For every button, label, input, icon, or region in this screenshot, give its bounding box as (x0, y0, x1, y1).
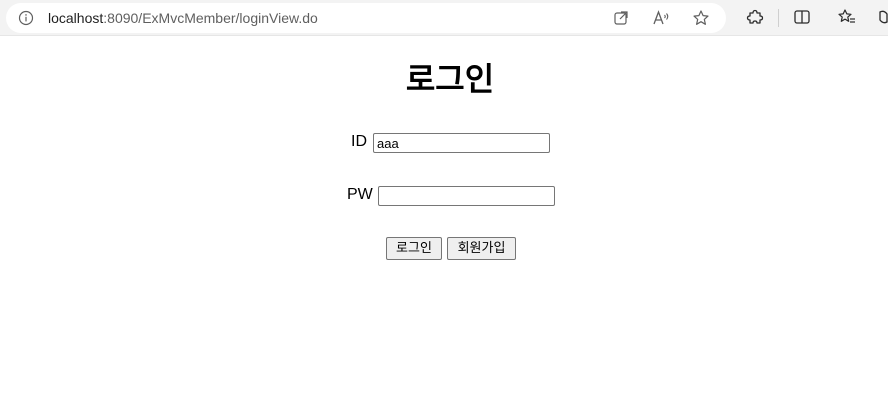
url-path: :8090/ExMvcMember/loginView.do (103, 10, 318, 26)
id-label: ID (351, 133, 367, 150)
pw-label: PW (347, 186, 373, 203)
address-bar[interactable]: localhost:8090/ExMvcMember/loginView.do (6, 3, 726, 33)
favorites-icon[interactable] (838, 8, 856, 26)
pw-input[interactable] (378, 186, 555, 206)
signup-button[interactable]: 회원가입 (447, 237, 516, 260)
page-content: 로그인 ID PW 로그인 회원가입 (0, 36, 888, 418)
read-aloud-icon[interactable] (652, 9, 670, 27)
info-icon[interactable] (18, 10, 34, 26)
url-text[interactable]: localhost:8090/ExMvcMember/loginView.do (48, 3, 318, 33)
page-title: 로그인 (405, 60, 495, 98)
split-screen-icon[interactable] (793, 8, 811, 26)
url-host: localhost (48, 10, 104, 26)
puzzle-icon[interactable] (746, 8, 764, 26)
toolbar-separator (778, 9, 779, 27)
open-external-icon[interactable] (612, 9, 630, 27)
id-input[interactable] (373, 133, 550, 153)
star-icon[interactable] (692, 9, 710, 27)
copilot-icon[interactable] (878, 8, 888, 26)
login-button[interactable]: 로그인 (386, 237, 442, 260)
browser-toolbar: localhost:8090/ExMvcMember/loginView.do (0, 0, 888, 36)
